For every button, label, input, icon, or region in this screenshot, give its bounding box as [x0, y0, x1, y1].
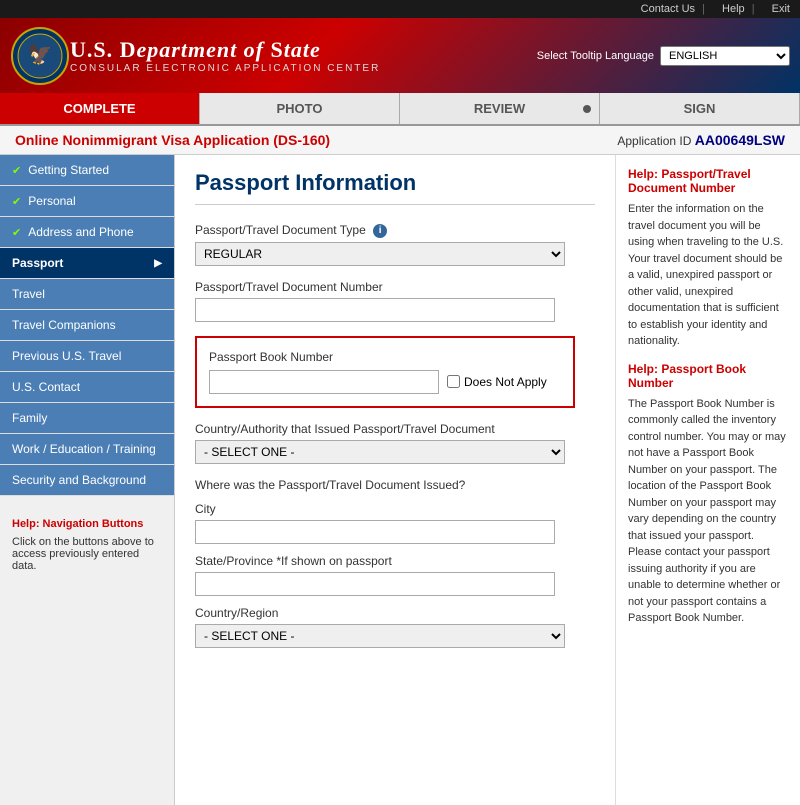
sidebar-help-text: Click on the buttons above to access pre…: [12, 536, 162, 572]
form-content: Passport Information Passport/Travel Doc…: [175, 155, 615, 805]
issued-by-select[interactable]: - SELECT ONE -: [195, 440, 565, 464]
department-name: U.S. Department of State: [70, 37, 380, 63]
sidebar-item-passport[interactable]: Passport ▶: [0, 248, 174, 279]
help-book-number-text: The Passport Book Number is commonly cal…: [628, 396, 788, 627]
help-doc-number-text: Enter the information on the travel docu…: [628, 201, 788, 350]
state-group: State/Province *If shown on passport: [195, 554, 595, 596]
country-label: Country/Region: [195, 606, 595, 620]
passport-number-input[interactable]: [195, 298, 555, 322]
sidebar-help-title: Help: Navigation Buttons: [12, 518, 162, 530]
issued-by-label: Country/Authority that Issued Passport/T…: [195, 422, 595, 436]
passport-type-select[interactable]: REGULAR OFFICIAL DIPLOMATIC TOURIST LAIS…: [195, 242, 565, 266]
passport-type-info-icon[interactable]: i: [373, 224, 387, 238]
check-address: ✔: [12, 227, 24, 239]
sidebar-item-getting-started[interactable]: ✔ Getting Started: [0, 155, 174, 186]
sidebar-item-us-contact[interactable]: U.S. Contact: [0, 372, 174, 403]
state-label: State/Province *If shown on passport: [195, 554, 595, 568]
help-panel: Help: Passport/Travel Document Number En…: [615, 155, 800, 805]
sidebar-item-travel[interactable]: Travel: [0, 279, 174, 310]
contact-us-link[interactable]: Contact Us: [641, 3, 695, 15]
passport-type-label: Passport/Travel Document Type i: [195, 223, 595, 238]
tooltip-lang-label: Select Tooltip Language: [537, 50, 654, 62]
passport-type-group: Passport/Travel Document Type i REGULAR …: [195, 223, 595, 266]
tooltip-language-selector: Select Tooltip Language ENGLISH SPANISH …: [537, 46, 790, 66]
tab-review[interactable]: REVIEW: [400, 93, 600, 124]
tab-photo[interactable]: PHOTO: [200, 93, 400, 124]
does-not-apply-checkbox[interactable]: [447, 375, 460, 388]
top-bar: Contact Us | Help | Exit: [0, 0, 800, 18]
city-group: City: [195, 502, 595, 544]
sidebar-item-previous-us-travel[interactable]: Previous U.S. Travel: [0, 341, 174, 372]
passport-book-input[interactable]: [209, 370, 439, 394]
form-title: Online Nonimmigrant Visa Application (DS…: [15, 132, 330, 148]
does-not-apply-label: Does Not Apply: [464, 375, 547, 389]
help-book-number-title: Help: Passport Book Number: [628, 362, 788, 390]
svg-text:🦅: 🦅: [28, 42, 53, 66]
does-not-apply-group: Does Not Apply: [447, 375, 547, 389]
review-dot: [583, 105, 591, 113]
check-getting-started: ✔: [12, 165, 24, 177]
issued-by-group: Country/Authority that Issued Passport/T…: [195, 422, 595, 464]
language-select[interactable]: ENGLISH SPANISH FRENCH PORTUGUESE: [660, 46, 790, 66]
tab-sign[interactable]: SIGN: [600, 93, 800, 124]
passport-book-number-box: Passport Book Number Does Not Apply: [195, 336, 575, 408]
app-id-value: AA00649LSW: [695, 132, 785, 148]
city-input[interactable]: [195, 520, 555, 544]
help-doc-number-title: Help: Passport/Travel Document Number: [628, 167, 788, 195]
help-link[interactable]: Help: [722, 3, 745, 15]
sidebar-item-personal[interactable]: ✔ Personal: [0, 186, 174, 217]
application-id: Application ID AA00649LSW: [617, 132, 785, 148]
main-layout: ✔ Getting Started ✔ Personal ✔ Address a…: [0, 155, 800, 805]
app-id-bar: Online Nonimmigrant Visa Application (DS…: [0, 126, 800, 155]
nav-tabs: COMPLETE PHOTO REVIEW SIGN: [0, 93, 800, 126]
site-header: 🦅 U.S. Department of State CONSULAR ELEC…: [0, 18, 800, 93]
city-label: City: [195, 502, 595, 516]
department-seal: 🦅: [10, 26, 70, 86]
exit-link[interactable]: Exit: [772, 3, 790, 15]
country-select[interactable]: - SELECT ONE -: [195, 624, 565, 648]
page-title: Passport Information: [195, 170, 595, 205]
check-personal: ✔: [12, 196, 24, 208]
where-issued-group: Where was the Passport/Travel Document I…: [195, 478, 595, 648]
passport-number-label: Passport/Travel Document Number: [195, 280, 595, 294]
state-input[interactable]: [195, 572, 555, 596]
passport-arrow: ▶: [154, 258, 162, 269]
sidebar: ✔ Getting Started ✔ Personal ✔ Address a…: [0, 155, 175, 805]
header-text: U.S. Department of State CONSULAR ELECTR…: [70, 37, 380, 74]
sidebar-item-travel-companions[interactable]: Travel Companions: [0, 310, 174, 341]
sidebar-help: Help: Navigation Buttons Click on the bu…: [0, 506, 174, 584]
sidebar-item-work-education[interactable]: Work / Education / Training: [0, 434, 174, 465]
sub-title: CONSULAR ELECTRONIC APPLICATION CENTER: [70, 63, 380, 74]
country-group: Country/Region - SELECT ONE -: [195, 606, 595, 648]
passport-number-group: Passport/Travel Document Number: [195, 280, 595, 322]
passport-book-label: Passport Book Number: [209, 350, 561, 364]
sidebar-item-security-background[interactable]: Security and Background: [0, 465, 174, 496]
sidebar-item-family[interactable]: Family: [0, 403, 174, 434]
where-issued-label: Where was the Passport/Travel Document I…: [195, 478, 595, 492]
sidebar-item-address-phone[interactable]: ✔ Address and Phone: [0, 217, 174, 248]
tab-complete[interactable]: COMPLETE: [0, 93, 200, 124]
